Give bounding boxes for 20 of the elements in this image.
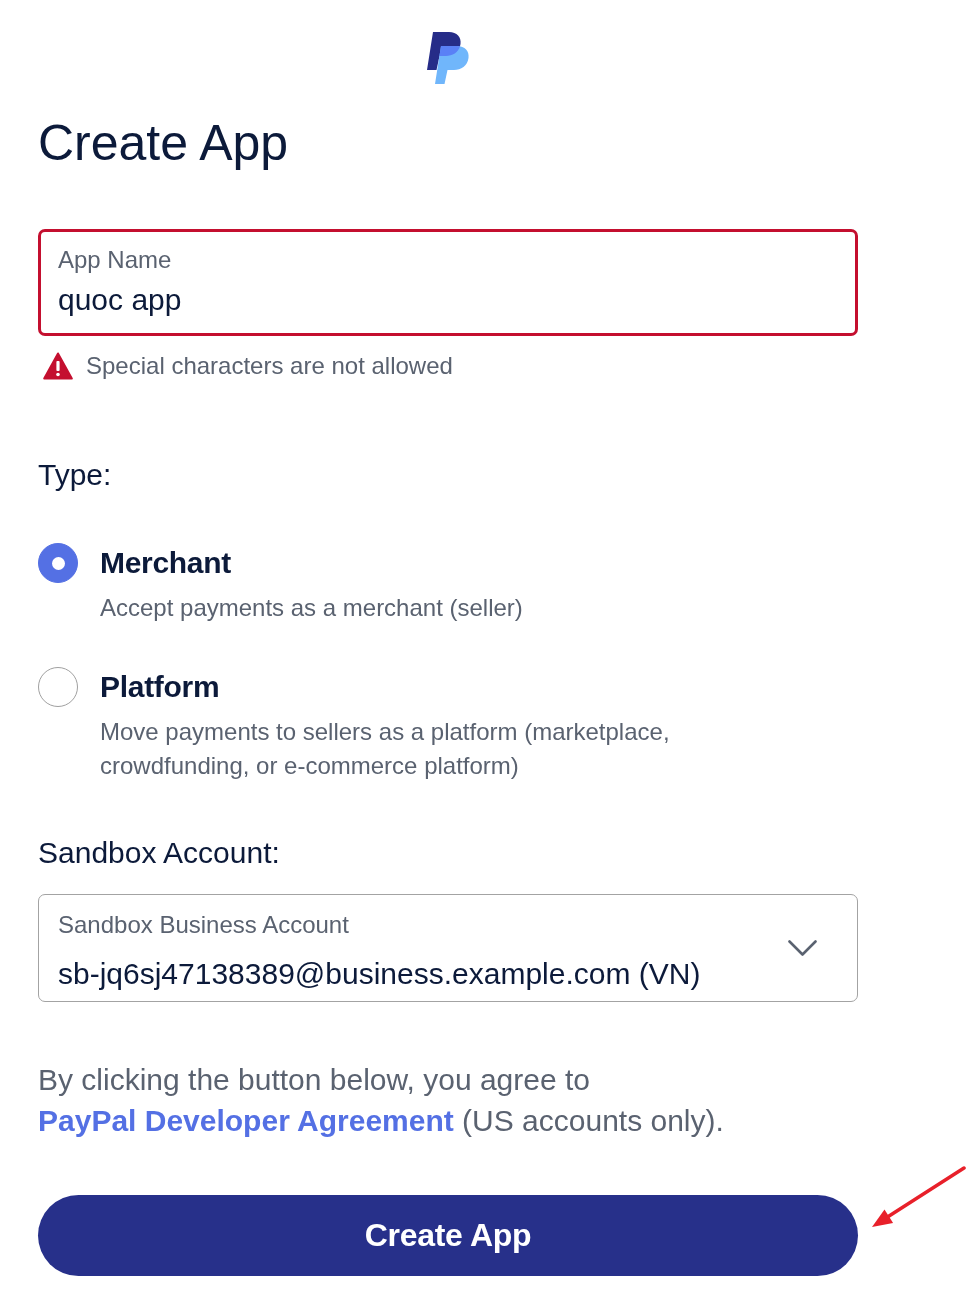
agreement-text: By clicking the button below, you agree to PayPal Developer Agreement (US accounts only). (38, 1062, 725, 1139)
select-label: Sandbox Business Account (58, 910, 349, 940)
section-heading: Type: (38, 457, 112, 493)
option-label: Platform (100, 669, 220, 705)
page-title: Create App (38, 114, 289, 173)
warning-icon (43, 352, 73, 380)
agreement-link[interactable]: PayPal Developer Agreement (38, 1104, 454, 1137)
radio-button[interactable] (38, 543, 78, 583)
error-message: Special characters are not allowed (86, 351, 453, 381)
app-name-field[interactable]: App Name quoc app (38, 229, 858, 336)
logo-icon (426, 32, 470, 84)
section-heading: Sandbox Account: (38, 835, 280, 871)
field-label: App Name (58, 245, 172, 275)
create-app-button[interactable]: Create App (38, 1195, 858, 1276)
account-select[interactable]: Sandbox Business Account sb-jq6sj47138389@business.example.com (VN) (38, 894, 858, 1002)
option-description: Move payments to sellers as a platform (marketplace, crowdfunding, or e-commerce platform) (100, 717, 671, 781)
chevron-down-icon (788, 940, 817, 957)
radio-button[interactable] (38, 667, 78, 707)
option-label: Merchant (100, 545, 231, 581)
option-description: Accept payments as a merchant (seller) (100, 593, 523, 623)
